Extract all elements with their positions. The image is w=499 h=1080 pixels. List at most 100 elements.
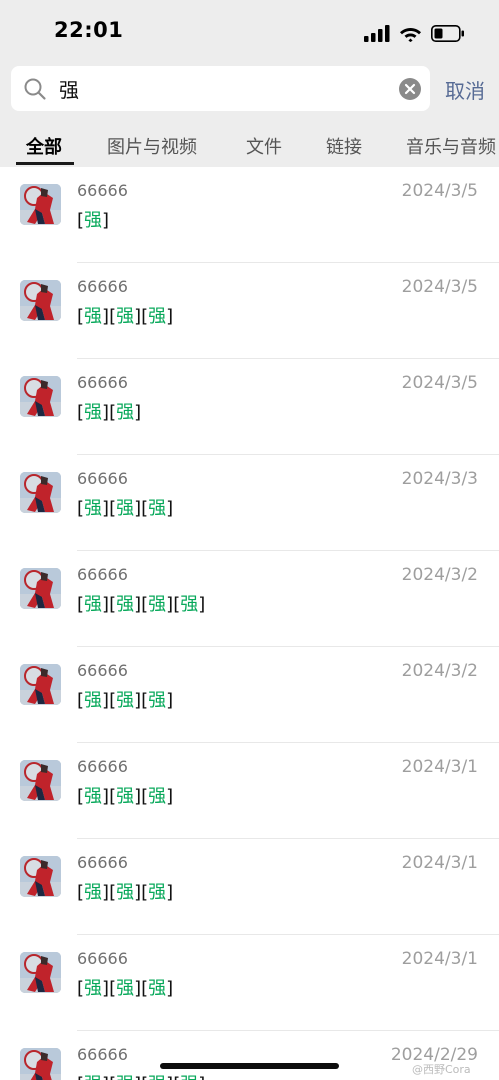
status-icons	[364, 22, 465, 44]
result-sender-name: 66666	[77, 469, 128, 488]
avatar	[20, 184, 61, 225]
highlighted-term: 强	[84, 306, 103, 327]
result-sender-name: 66666	[77, 757, 128, 776]
status-bar: 22:01	[0, 0, 499, 62]
result-message-preview: [强][强]	[77, 398, 141, 424]
result-date: 2024/3/5	[401, 277, 478, 297]
tab-music-audio[interactable]: 音乐与音频	[406, 133, 496, 159]
highlighted-term: 强	[84, 978, 103, 999]
highlighted-term: 强	[84, 690, 103, 711]
result-sender-name: 66666	[77, 565, 128, 584]
bracket: [	[77, 306, 85, 327]
highlighted-term: 强	[180, 1074, 198, 1080]
bracket: [	[77, 498, 85, 519]
bracket: [	[77, 690, 85, 711]
result-sender-name: 66666	[77, 853, 128, 872]
highlighted-term: 强	[148, 1074, 166, 1080]
highlighted-term: 强	[148, 594, 167, 615]
result-date: 2024/3/5	[401, 181, 478, 201]
search-result-item[interactable]: 66666 2024/3/5 [强][强][强]	[0, 263, 499, 359]
result-sender-name: 66666	[77, 949, 128, 968]
result-message-preview: [强][强][强]	[77, 686, 173, 712]
avatar	[20, 568, 61, 609]
bracket: ]	[102, 690, 110, 711]
tab-all[interactable]: 全部	[26, 133, 62, 159]
status-time: 22:01	[54, 18, 124, 42]
highlighted-term: 强	[116, 1074, 134, 1080]
bracket: ]	[198, 594, 206, 615]
bracket: [	[77, 786, 85, 807]
result-sender-name: 66666	[77, 181, 128, 200]
result-date: 2024/3/5	[401, 373, 478, 393]
search-result-item[interactable]: 66666 2024/3/5 [强][强]	[0, 359, 499, 455]
result-date: 2024/3/1	[401, 853, 478, 873]
avatar	[20, 664, 61, 705]
bracket: ]	[102, 306, 110, 327]
cancel-button[interactable]: 取消	[445, 75, 485, 104]
result-date: 2024/3/1	[401, 757, 478, 777]
highlighted-term: 强	[84, 1074, 102, 1080]
highlighted-term: 强	[148, 786, 167, 807]
highlighted-term: 强	[116, 594, 135, 615]
avatar	[20, 376, 61, 417]
avatar	[20, 760, 61, 801]
bracket: ]	[166, 882, 174, 903]
search-result-item[interactable]: 66666 2024/3/1 [强][强][强]	[0, 743, 499, 839]
avatar	[20, 952, 61, 993]
bracket: ]	[102, 594, 110, 615]
tab-links[interactable]: 链接	[326, 133, 362, 159]
cellular-signal-icon	[364, 24, 390, 42]
highlighted-term: 强	[116, 786, 135, 807]
bracket: ]	[102, 210, 110, 231]
search-result-item[interactable]: 66666 2024/3/3 [强][强][强]	[0, 455, 499, 551]
tab-files[interactable]: 文件	[246, 133, 282, 159]
tab-images-videos[interactable]: 图片与视频	[107, 133, 197, 159]
highlighted-term: 强	[84, 786, 103, 807]
search-bar[interactable]	[11, 66, 430, 111]
highlighted-term: 强	[148, 498, 167, 519]
result-date: 2024/3/2	[401, 661, 478, 681]
result-message-preview: [强][强][强][强]	[77, 590, 205, 616]
search-icon	[24, 78, 46, 100]
highlighted-term: 强	[116, 402, 135, 423]
highlighted-term: 强	[116, 882, 135, 903]
filter-tabs: 全部 图片与视频 文件 链接 音乐与音频	[0, 126, 499, 167]
bracket: [	[77, 594, 85, 615]
bracket: ]	[166, 690, 174, 711]
bracket: ]	[166, 498, 174, 519]
highlighted-term: 强	[116, 978, 135, 999]
bracket: [	[77, 210, 85, 231]
search-result-item[interactable]: 66666 2024/3/1 [强][强][强]	[0, 839, 499, 935]
result-message-preview: [强][强][强]	[77, 878, 173, 904]
bracket: [	[77, 978, 85, 999]
highlighted-term: 强	[148, 882, 167, 903]
result-message-preview: [强][强][强]	[77, 302, 173, 328]
bracket: ]	[198, 1074, 205, 1080]
search-result-item[interactable]: 66666 2024/3/2 [强][强][强]	[0, 647, 499, 743]
bracket: [	[77, 1074, 84, 1080]
header: 22:01 强 取消 全部 图片与视频 文件 链接 音乐与音频	[0, 0, 499, 167]
highlighted-term: 强	[84, 210, 103, 231]
result-message-preview: [强][强][强][强]	[77, 1070, 205, 1080]
avatar	[20, 856, 61, 897]
clear-search-icon[interactable]	[399, 78, 421, 100]
result-sender-name: 66666	[77, 661, 128, 680]
highlighted-term: 强	[84, 498, 103, 519]
search-input[interactable]	[59, 76, 379, 100]
search-result-item[interactable]: 66666 2024/3/1 [强][强][强]	[0, 935, 499, 1031]
search-results-list[interactable]: 66666 2024/3/5 [强] 66666 2024/3/5 [强][强][强] 66…	[0, 167, 499, 1080]
result-date: 2024/3/2	[401, 565, 478, 585]
bracket: ]	[166, 786, 174, 807]
watermark: @西野Cora	[412, 1063, 471, 1076]
highlighted-term: 强	[84, 594, 103, 615]
highlighted-term: 强	[148, 690, 167, 711]
avatar	[20, 472, 61, 513]
search-result-item[interactable]: 66666 2024/3/2 [强][强][强][强]	[0, 551, 499, 647]
close-icon	[404, 83, 416, 95]
bracket: ]	[102, 1074, 109, 1080]
search-result-item[interactable]: 66666 2024/3/5 [强]	[0, 167, 499, 263]
result-sender-name: 66666	[77, 373, 128, 392]
home-indicator	[160, 1063, 339, 1069]
result-message-preview: [强]	[77, 206, 109, 232]
bracket: ]	[166, 978, 174, 999]
